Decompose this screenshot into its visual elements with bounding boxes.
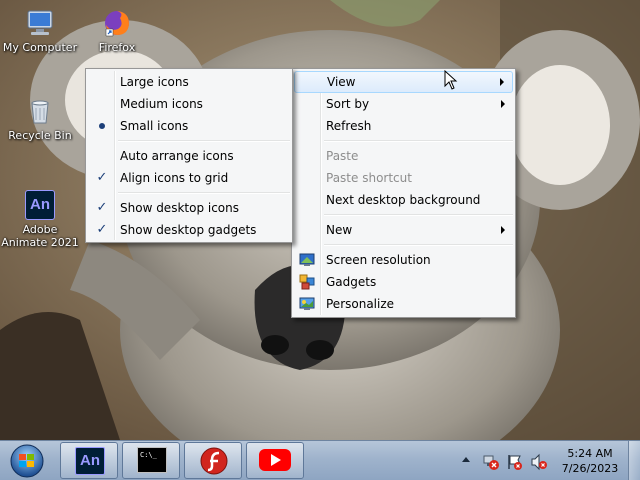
submenu-item-auto-arrange-icons[interactable]: Auto arrange icons	[88, 145, 290, 167]
adobe-animate-icon: An	[25, 190, 55, 220]
submenu-item-medium-icons[interactable]: Medium icons	[88, 93, 290, 115]
menu-separator	[118, 192, 290, 194]
menu-item-label: Next desktop background	[326, 193, 481, 207]
menu-item-next-desktop-background[interactable]: Next desktop background	[294, 189, 513, 211]
submenu-item-align-icons-to-grid[interactable]: ✓ Align icons to grid	[88, 167, 290, 189]
menu-item-label: Large icons	[120, 75, 189, 89]
menu-separator	[118, 140, 290, 142]
menu-item-label: Small icons	[120, 119, 189, 133]
submenu-item-small-icons[interactable]: Small icons	[88, 115, 290, 137]
menu-item-label: Medium icons	[120, 97, 203, 111]
menu-item-sort-by[interactable]: Sort by	[294, 93, 513, 115]
desktop-icon-my-computer[interactable]: My Computer	[0, 8, 80, 54]
submenu-arrow-icon	[501, 226, 505, 234]
mouse-cursor-icon	[444, 70, 458, 90]
menu-item-paste-shortcut[interactable]: Paste shortcut	[294, 167, 513, 189]
youtube-icon	[259, 449, 291, 471]
start-button[interactable]	[4, 443, 50, 479]
desktop-icon-adobe-animate[interactable]: An Adobe Animate 2021	[0, 190, 80, 249]
submenu-item-show-desktop-gadgets[interactable]: ✓ Show desktop gadgets	[88, 219, 290, 241]
menu-item-label: Paste	[326, 149, 359, 163]
radio-bullet-icon	[99, 123, 105, 129]
show-desktop-button[interactable]	[628, 441, 640, 480]
desktop-icon-label: Firefox	[98, 41, 136, 54]
checkmark-icon: ✓	[96, 170, 108, 185]
menu-item-label: Screen resolution	[326, 253, 431, 267]
taskbar-button-adobe-animate[interactable]: An	[60, 442, 118, 479]
firefox-icon	[105, 11, 129, 37]
volume-muted-icon[interactable]	[530, 453, 548, 471]
desktop-icon-label: Adobe Animate 2021	[1, 223, 79, 249]
screen-resolution-icon	[299, 253, 315, 266]
network-error-tray-icon[interactable]	[482, 453, 500, 471]
taskbar-button-command-prompt[interactable]: C:\_	[122, 442, 180, 479]
view-submenu: Large icons Medium icons Small icons Aut…	[85, 68, 293, 243]
menu-item-label: Personalize	[326, 297, 395, 311]
menu-item-screen-resolution[interactable]: Screen resolution	[294, 249, 513, 271]
menu-item-label: Auto arrange icons	[120, 149, 234, 163]
desktop-context-menu: View Sort by Refresh Paste Paste shortcu…	[291, 68, 516, 318]
menu-item-label: Paste shortcut	[326, 171, 412, 185]
checkmark-icon: ✓	[96, 222, 108, 237]
taskbar-clock[interactable]: 5:24 AM 7/26/2023	[556, 446, 624, 476]
menu-item-paste[interactable]: Paste	[294, 145, 513, 167]
clock-date: 7/26/2023	[561, 462, 619, 475]
submenu-arrow-icon	[501, 100, 505, 108]
menu-item-personalize[interactable]: Personalize	[294, 293, 513, 315]
action-center-flag-icon[interactable]	[506, 453, 524, 471]
menu-separator	[324, 140, 513, 142]
menu-separator	[324, 214, 513, 216]
command-prompt-icon: C:\_	[137, 447, 167, 473]
submenu-item-show-desktop-icons[interactable]: ✓ Show desktop icons	[88, 197, 290, 219]
computer-icon	[27, 10, 53, 35]
clock-time: 5:24 AM	[567, 447, 613, 460]
desktop-icon-recycle-bin[interactable]: Recycle Bin	[0, 96, 80, 142]
menu-item-new[interactable]: New	[294, 219, 513, 241]
gadgets-icon	[299, 274, 315, 290]
menu-item-label: Show desktop gadgets	[120, 223, 257, 237]
menu-item-label: Sort by	[326, 97, 370, 111]
desktop-icon-label: Recycle Bin	[8, 129, 72, 142]
taskbar-button-youtube[interactable]	[246, 442, 304, 479]
menu-item-label: Align icons to grid	[120, 171, 229, 185]
menu-item-gadgets[interactable]: Gadgets	[294, 271, 513, 293]
show-hidden-icons-arrow-icon[interactable]	[462, 457, 470, 462]
personalize-icon	[299, 297, 315, 310]
checkmark-icon: ✓	[96, 200, 108, 215]
menu-item-label: New	[326, 223, 353, 237]
menu-item-label: Gadgets	[326, 275, 377, 289]
adobe-animate-icon: An	[75, 447, 105, 475]
menu-item-refresh[interactable]: Refresh	[294, 115, 513, 137]
menu-item-view[interactable]: View	[294, 71, 513, 93]
menu-item-label: Show desktop icons	[120, 201, 240, 215]
menu-separator	[324, 244, 513, 246]
submenu-arrow-icon	[500, 78, 504, 86]
taskbar-button-adobe-flash[interactable]	[184, 442, 242, 479]
menu-item-label: View	[327, 75, 356, 89]
submenu-item-large-icons[interactable]: Large icons	[88, 71, 290, 93]
desktop-icon-firefox[interactable]: Firefox	[77, 8, 157, 54]
adobe-flash-icon	[200, 447, 228, 475]
recycle-bin-icon	[31, 100, 49, 124]
menu-item-label: Refresh	[326, 119, 372, 133]
desktop-icon-label: My Computer	[2, 41, 78, 54]
